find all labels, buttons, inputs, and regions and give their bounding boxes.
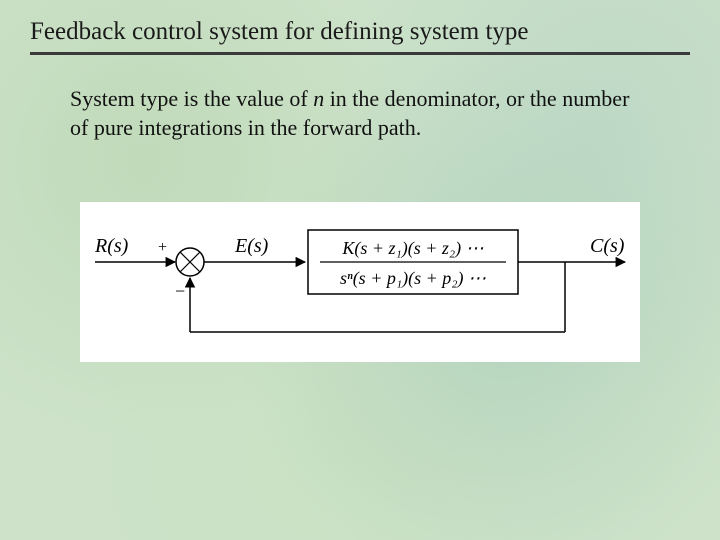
summing-junction-icon [176,248,204,276]
body-paragraph: System type is the value of n in the den… [70,85,630,142]
error-label: E(s) [234,235,269,257]
minus-sign: − [175,281,185,301]
plus-sign: + [158,239,167,256]
input-label: R(s) [94,235,129,257]
slide: Feedback control system for defining sys… [0,0,720,540]
output-label: C(s) [590,235,625,257]
slide-title: Feedback control system for defining sys… [30,18,690,46]
block-diagram: R(s) + − E(s) K(s + z₁)(s + z₂) ⋯ sⁿ(s [80,202,640,362]
body-text-n: n [313,86,324,111]
title-underline [30,52,690,55]
body-text-pre: System type is the value of [70,86,313,111]
tf-denominator: sⁿ(s + p₁)(s + p₂) ⋯ [340,268,486,289]
tf-numerator: K(s + z₁)(s + z₂) ⋯ [341,238,483,259]
